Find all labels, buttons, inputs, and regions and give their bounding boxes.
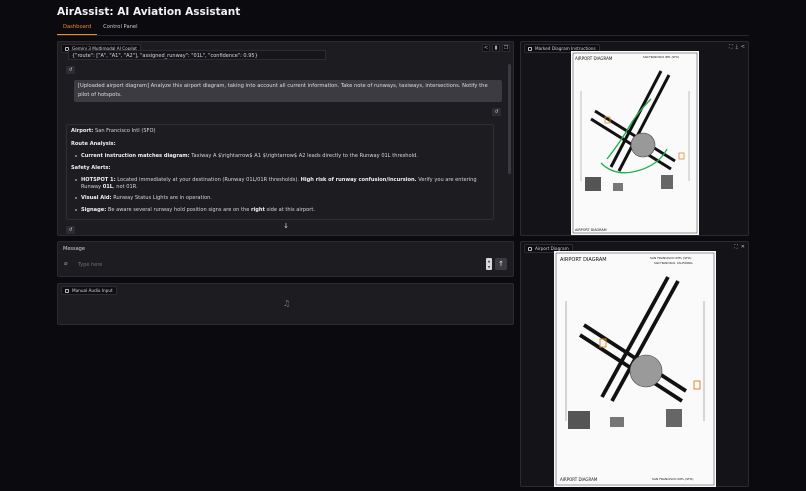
retry-icon[interactable]: ↺ bbox=[492, 108, 501, 116]
airport-toolbar: ⛶ ✕ bbox=[734, 244, 745, 250]
hotspot-bold: HOTSPOT 1: bbox=[81, 177, 116, 183]
image-icon bbox=[528, 246, 532, 251]
share-icon[interactable]: < bbox=[741, 44, 745, 50]
tab-dashboard[interactable]: Dashboard bbox=[57, 22, 98, 35]
hotspot-text: Located immediately at your destination … bbox=[115, 177, 301, 183]
airport-diagram-image: AIRPORT DIAGRAM SAN FRANCISCO INTL (SFO)… bbox=[554, 251, 716, 487]
diagram-city: SAN FRANCISCO, CALIFORNIA bbox=[654, 261, 693, 265]
tab-bar: Dashboard Control Panel bbox=[57, 22, 144, 35]
chat-scrollbar[interactable] bbox=[508, 64, 511, 174]
tab-control-panel[interactable]: Control Panel bbox=[97, 22, 143, 35]
trash-icon[interactable]: ▮ bbox=[492, 44, 500, 52]
tab-divider bbox=[57, 35, 749, 36]
diagram-footer-title: AIRPORT DIAGRAM bbox=[575, 228, 607, 232]
diagram-airport-name: SAN FRANCISCO INTL (SFO) bbox=[643, 55, 679, 59]
diagram-footer-name: SAN FRANCISCO INTL (SFO) bbox=[652, 477, 693, 481]
chat-toolbar: < ▮ ❐ bbox=[482, 44, 510, 52]
list-item: Visual Aid: Runway Status Lights are in … bbox=[75, 195, 489, 202]
hotspot-runway: 01L bbox=[102, 183, 114, 190]
list-item: HOTSPOT 1: Located immediately at your d… bbox=[75, 177, 489, 190]
visual-text: Runway Status Lights are in operation. bbox=[111, 195, 212, 201]
signage-bold: Signage: bbox=[81, 206, 107, 213]
json-message: {"route": ["A", "A1", "A2"], "assigned_r… bbox=[68, 50, 326, 60]
paperclip-icon[interactable]: ⌀ bbox=[64, 260, 68, 267]
signage-right: right bbox=[250, 206, 265, 213]
send-button[interactable]: ↑ bbox=[495, 258, 507, 270]
message-input[interactable]: Type here bbox=[78, 260, 488, 270]
route-bold: Current instruction matches diagram: bbox=[81, 153, 190, 159]
scroll-stepper[interactable]: ▲ ▼ bbox=[486, 258, 492, 270]
airport-diagram-panel: Airport Diagram ⛶ ✕ AIRPORT DIAGRAM SAN … bbox=[520, 241, 749, 487]
user-message: [Uploaded airport diagram] Analyze this … bbox=[74, 80, 502, 102]
fullscreen-icon[interactable]: ⛶ bbox=[734, 244, 738, 250]
share-icon[interactable]: < bbox=[482, 44, 490, 52]
diagram-title-2: AIRPORT DIAGRAM bbox=[560, 257, 607, 263]
route-heading: Route Analysis: bbox=[71, 140, 116, 147]
diagram-footer-title-2: AIRPORT DIAGRAM bbox=[560, 477, 598, 482]
audio-label-text: Manual Audio Input bbox=[72, 288, 113, 293]
airport-value: San Francisco Intl (SFO) bbox=[93, 128, 156, 134]
visual-bold: Visual Aid: bbox=[81, 195, 112, 201]
download-icon[interactable]: ⤓ bbox=[736, 44, 738, 50]
undo-icon-bottom[interactable]: ↺ bbox=[66, 226, 75, 234]
list-item: Current instruction matches diagram: Tax… bbox=[75, 153, 489, 160]
microphone-icon bbox=[65, 288, 69, 293]
app-title: AirAssist: AI Aviation Assistant bbox=[57, 6, 241, 18]
hotspot-risk: High risk of runway confusion/incursion. bbox=[300, 177, 417, 183]
music-note-icon: ♫ bbox=[283, 299, 291, 308]
signage-text: Be aware several runway hold position si… bbox=[106, 206, 251, 213]
diagram-airport-name-2: SAN FRANCISCO INTL (SFO) bbox=[650, 256, 691, 260]
fullscreen-icon[interactable]: ⛶ bbox=[729, 44, 733, 50]
marked-diagram-panel: Marked Diagram Instructions ⛶ ⤓ < AIRPOR… bbox=[520, 41, 749, 236]
route-text: Taxiway A $\rightarrow$ A1 $\rightarrow$… bbox=[189, 153, 418, 159]
safety-heading: Safety Alerts: bbox=[71, 164, 111, 171]
audio-label: Manual Audio Input bbox=[61, 286, 117, 295]
signage-text2: side at this airport. bbox=[264, 206, 315, 213]
marked-diagram-image: AIRPORT DIAGRAM SAN FRANCISCO INTL (SFO)… bbox=[571, 51, 699, 235]
hotspot-text3: , not 01R. bbox=[113, 183, 138, 190]
close-icon[interactable]: ✕ bbox=[741, 244, 745, 250]
marked-toolbar: ⛶ ⤓ < bbox=[729, 44, 745, 50]
arrow-down-icon[interactable]: ↓ bbox=[282, 222, 290, 230]
assistant-message: Airport: San Francisco Intl (SFO) Route … bbox=[66, 124, 494, 220]
airport-label: Airport: bbox=[71, 128, 94, 134]
list-item: Signage: Be aware several runway hold po… bbox=[75, 206, 489, 214]
chatbot-panel: Gemini 3 Multimodal AI Copilot < ▮ ❐ {"r… bbox=[57, 41, 514, 236]
undo-icon[interactable]: ↺ bbox=[66, 66, 75, 74]
message-title: Message bbox=[63, 246, 85, 252]
image-icon bbox=[528, 46, 532, 51]
diagram-title: AIRPORT DIAGRAM bbox=[575, 56, 613, 61]
copy-icon[interactable]: ❐ bbox=[502, 44, 510, 52]
message-panel: Message ⌀ Type here bbox=[57, 241, 514, 277]
